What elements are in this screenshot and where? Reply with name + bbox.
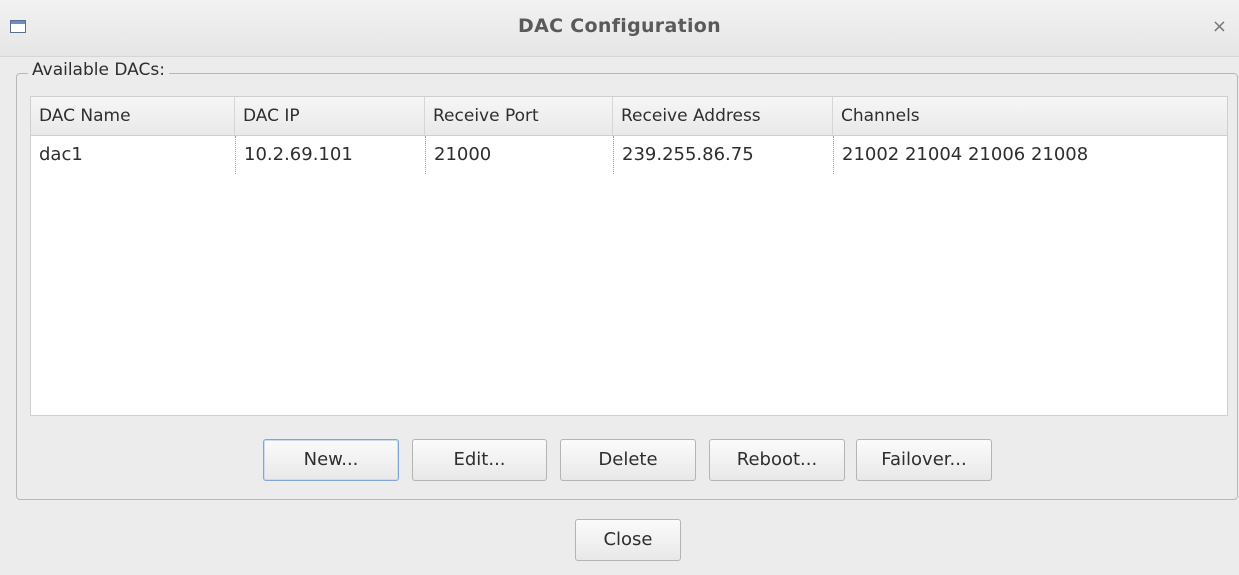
close-icon[interactable]: ×	[1212, 16, 1227, 37]
delete-button[interactable]: Delete	[560, 439, 696, 481]
edit-button[interactable]: Edit...	[412, 439, 547, 481]
new-button[interactable]: New...	[263, 439, 399, 481]
failover-button[interactable]: Failover...	[856, 439, 992, 481]
dac-table[interactable]: DAC Name DAC IP Receive Port Receive Add…	[30, 96, 1228, 416]
group-legend: Available DACs:	[28, 60, 169, 80]
column-header-dac-ip[interactable]: DAC IP	[235, 97, 425, 135]
column-header-receive-address[interactable]: Receive Address	[613, 97, 833, 135]
column-header-receive-port[interactable]: Receive Port	[425, 97, 613, 135]
title-bar: DAC Configuration ×	[0, 0, 1239, 57]
table-row[interactable]: dac1 10.2.69.101 21000 239.255.86.75 210…	[31, 136, 1227, 174]
cell-receive-port: 21000	[425, 136, 613, 174]
reboot-button[interactable]: Reboot...	[709, 439, 845, 481]
window-title: DAC Configuration	[518, 15, 721, 37]
cell-receive-address: 239.255.86.75	[613, 136, 833, 174]
close-button[interactable]: Close	[575, 519, 681, 561]
cell-channels: 21002 21004 21006 21008	[833, 136, 1227, 174]
dac-configuration-dialog: DAC Configuration × Available DACs: DAC …	[0, 0, 1239, 575]
column-header-channels[interactable]: Channels	[833, 97, 1227, 135]
table-header: DAC Name DAC IP Receive Port Receive Add…	[31, 97, 1227, 136]
column-header-dac-name[interactable]: DAC Name	[31, 97, 235, 135]
cell-dac-name: dac1	[39, 144, 83, 165]
cell-dac-ip: 10.2.69.101	[235, 136, 425, 174]
